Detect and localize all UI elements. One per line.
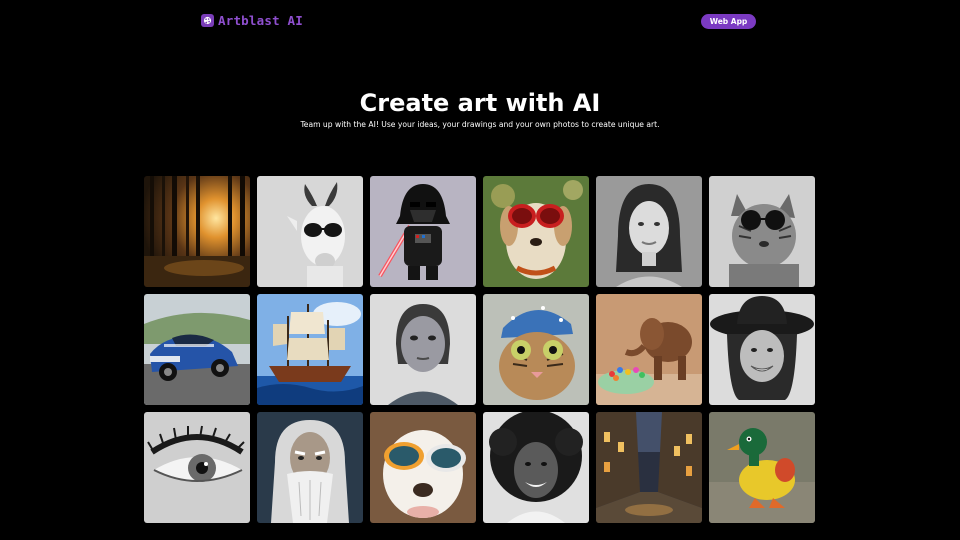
toy-duck-image[interactable] <box>709 412 815 523</box>
night-street-image[interactable] <box>596 412 702 523</box>
painted-girl-image[interactable] <box>370 294 476 405</box>
page: Artblast AI Web App Create art with AI T… <box>0 0 960 540</box>
brand-name: Artblast AI <box>218 13 303 28</box>
eye-closeup-image[interactable] <box>144 412 250 523</box>
curly-hair-woman-image[interactable] <box>483 412 589 523</box>
sailing-ship-image[interactable] <box>257 294 363 405</box>
sunset-forest-image[interactable] <box>144 176 250 287</box>
darth-vader-toy-image[interactable] <box>370 176 476 287</box>
dog-red-sunglasses-image[interactable] <box>483 176 589 287</box>
image-gallery <box>144 176 815 523</box>
brand-logo[interactable]: Artblast AI <box>201 13 303 28</box>
old-wizard-portrait-image[interactable] <box>257 412 363 523</box>
hero-subtitle: Team up with the AI! Use your ideas, you… <box>300 120 660 129</box>
woman-portrait-image[interactable] <box>596 176 702 287</box>
palette-icon <box>201 14 214 27</box>
woman-hat-portrait-image[interactable] <box>709 294 815 405</box>
blue-sports-car-image[interactable] <box>144 294 250 405</box>
goat-sunglasses-image[interactable] <box>257 176 363 287</box>
hero-title: Create art with AI <box>359 89 601 117</box>
cat-blue-hat-image[interactable] <box>483 294 589 405</box>
web-app-button[interactable]: Web App <box>701 14 756 29</box>
dog-goggles-image[interactable] <box>370 412 476 523</box>
cat-sunglasses-image[interactable] <box>709 176 815 287</box>
wooden-elephant-candy-image[interactable] <box>596 294 702 405</box>
